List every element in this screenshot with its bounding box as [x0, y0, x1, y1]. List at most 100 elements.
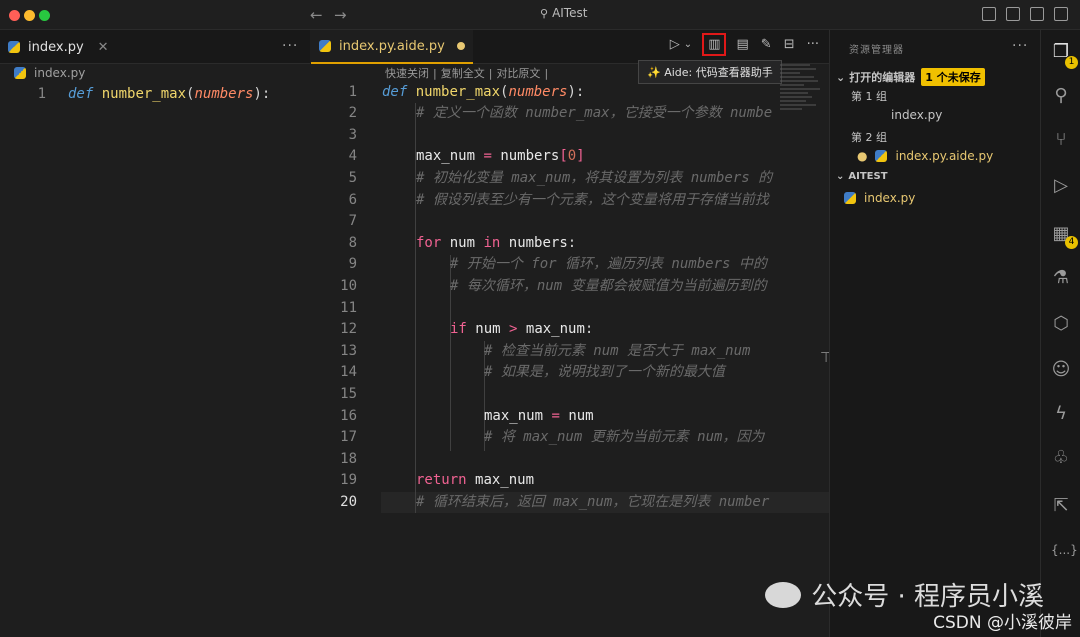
debug-icon[interactable]: ▷ — [1051, 176, 1071, 196]
code-keyword: def — [382, 84, 408, 100]
group-2-label: 第 2 组 — [851, 131, 887, 144]
line-number: 1 — [348, 84, 357, 100]
code-keyword: def — [68, 86, 94, 102]
customize-layout-icon[interactable] — [1054, 7, 1068, 21]
split-icon[interactable]: ⊟ — [784, 37, 795, 52]
title-bar: ← → ⚲ AITest — [0, 0, 1080, 30]
breadcrumb-file: index.py — [34, 66, 86, 80]
code-comment: # 初始化变量 max_num，将其设置为列表 numbers 的 — [416, 170, 773, 186]
group-1-label: 第 1 组 — [851, 90, 887, 103]
tab-index-py[interactable]: index.py ✕ — [0, 30, 117, 64]
bolt-icon[interactable]: ϟ — [1051, 404, 1071, 424]
open-editors-label: 打开的编辑器 — [849, 71, 916, 84]
search-icon[interactable]: ⚲ — [1051, 86, 1071, 106]
toggle-panel-icon[interactable] — [1006, 7, 1020, 21]
code-var: num — [568, 408, 594, 424]
code-comment: # 定义一个函数 number_max，它接受一个参数 numbe — [416, 105, 773, 121]
quick-close-action[interactable]: 快速关闭 — [385, 65, 429, 81]
editor-toolbar: ▷ ⌄ ▥ ▤ ✎ ⊟ ··· — [670, 33, 819, 56]
code-keyword: return — [416, 472, 467, 488]
line-number: 18 — [340, 451, 357, 467]
toggle-secondary-sidebar-icon[interactable] — [1030, 7, 1044, 21]
forward-arrow-icon[interactable]: → — [334, 6, 347, 24]
line-number: 15 — [340, 386, 357, 402]
line-number: 14 — [340, 364, 357, 380]
wechat-icon — [765, 581, 802, 608]
folder-header[interactable]: ⌄ AITEST — [836, 171, 888, 182]
braces-icon[interactable]: {...} — [1051, 540, 1078, 560]
code-line: for num in numbers: — [416, 233, 576, 254]
code-var: max_num — [475, 472, 535, 488]
code-comment: # 每次循环，num 变量都会被赋值为当前遍历到的 — [450, 278, 767, 294]
code-punct: : — [567, 235, 577, 251]
more-icon[interactable]: ··· — [807, 37, 819, 52]
chevron-down-icon: ⌄ — [836, 171, 845, 182]
code-comment: # 循环结束后，返回 max_num，它现在是列表 number — [416, 494, 770, 510]
maximize-window-button[interactable] — [39, 10, 50, 21]
window-title: AITest — [552, 6, 588, 20]
export-icon[interactable]: ⇱ — [1051, 496, 1071, 516]
line-number: 8 — [348, 235, 357, 251]
python-file-icon — [8, 41, 20, 53]
open-editors-header[interactable]: ⌄ 打开的编辑器 1 个未保存 — [836, 68, 985, 86]
file-label: index.py.aide.py — [895, 149, 994, 163]
code-punct: : — [584, 321, 594, 337]
python-file-icon — [319, 40, 331, 52]
close-window-button[interactable] — [9, 10, 20, 21]
python-file-icon — [844, 192, 856, 204]
explorer-badge: 1 — [1065, 56, 1078, 69]
close-icon[interactable]: ✕ — [98, 40, 109, 55]
code-line: if num > max_num: — [450, 319, 593, 340]
extensions-badge: 4 — [1065, 236, 1078, 249]
open-editor-item[interactable]: index.py — [891, 108, 942, 122]
chevron-down-icon: ⌄ — [836, 70, 846, 84]
open-editor-item[interactable]: ● index.py.aide.py — [857, 149, 993, 163]
line-number: 1 — [37, 86, 46, 102]
code-comment: # 如果是，说明找到了一个新的最大值 — [484, 364, 725, 380]
code-var: numbers — [508, 235, 568, 251]
code-line: return max_num — [416, 470, 534, 491]
toggle-sidebar-icon[interactable] — [982, 7, 996, 21]
edit-icon[interactable]: ✎ — [761, 37, 772, 52]
folder-file-item[interactable]: index.py — [844, 191, 915, 205]
code-line: max_num = numbers[0] — [416, 146, 585, 167]
tree-icon[interactable]: ♧ — [1051, 448, 1071, 468]
chevron-down-icon[interactable]: ⌄ — [684, 39, 692, 50]
tab-label: index.py — [28, 39, 84, 55]
robot-icon[interactable]: ☺ — [1051, 360, 1071, 380]
flask-icon[interactable]: ⚗ — [1051, 268, 1071, 288]
more-icon[interactable]: ··· — [1012, 38, 1028, 54]
code-var: num — [449, 235, 476, 251]
code-punct: [ — [559, 148, 568, 164]
unsaved-dot-icon: ● — [857, 149, 868, 163]
minimize-window-button[interactable] — [24, 10, 35, 21]
hexagon-icon[interactable]: ⬡ — [1051, 314, 1071, 334]
line-number: 9 — [348, 256, 357, 272]
line-number: 12 — [340, 321, 357, 337]
diff-file-icon[interactable]: ▤ — [736, 37, 748, 52]
compare-action[interactable]: 对比原文 — [496, 65, 540, 81]
back-arrow-icon[interactable]: ← — [310, 6, 323, 24]
code-var: numbers — [500, 148, 560, 164]
command-center[interactable]: ⚲ AITest — [540, 6, 587, 24]
code-comment: # 假设列表至少有一个元素，这个变量将用于存储当前找 — [416, 192, 769, 208]
line-number: 4 — [348, 148, 357, 164]
left-tab-bar: index.py ✕ ··· — [0, 30, 310, 64]
tab-index-py-aide[interactable]: index.py.aide.py — [311, 30, 473, 64]
viewer-icon[interactable]: ▥ — [702, 33, 727, 56]
code-line: def number_max(numbers): — [382, 82, 584, 103]
breadcrumb[interactable]: index.py — [14, 66, 85, 80]
line-number: 16 — [340, 408, 357, 424]
line-number: 20 — [340, 494, 357, 510]
copy-all-action[interactable]: 复制全文 — [441, 65, 485, 81]
layout-controls — [982, 7, 1068, 21]
file-label: index.py — [864, 191, 916, 205]
right-code-area[interactable]: 1 2 3 4 5 6 7 8 9 10 11 12 13 14 15 16 1… — [311, 82, 829, 602]
source-control-icon[interactable]: ⑂ — [1051, 130, 1071, 150]
more-icon[interactable]: ··· — [282, 38, 298, 54]
line-number: 19 — [340, 472, 357, 488]
code-var: num — [475, 321, 501, 337]
line-number: 11 — [340, 300, 357, 316]
run-icon[interactable]: ▷ — [670, 37, 680, 52]
line-number: 6 — [348, 192, 357, 208]
